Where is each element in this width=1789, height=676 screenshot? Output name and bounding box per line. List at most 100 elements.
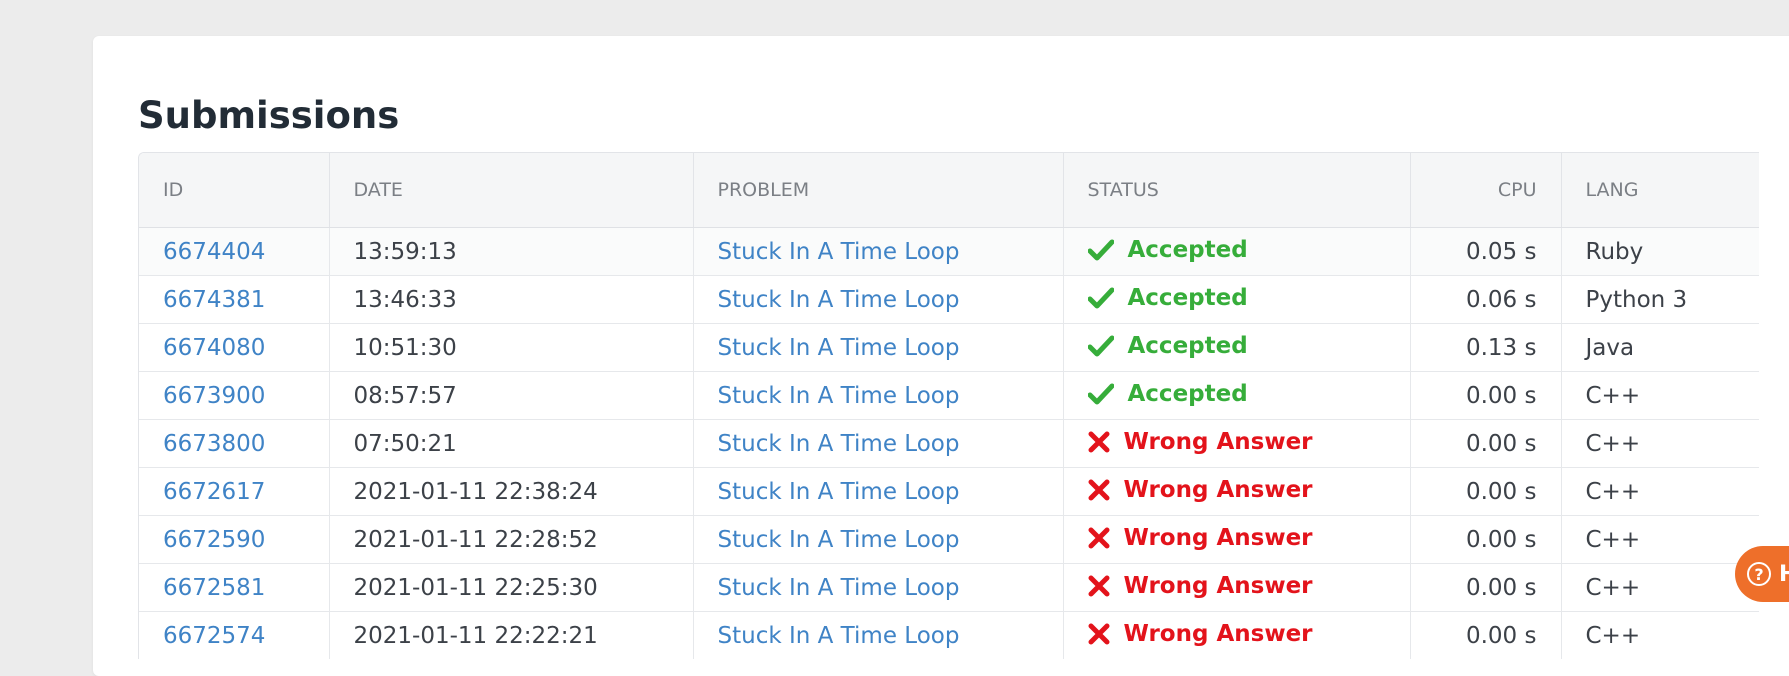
table-header-row: ID DATE PROBLEM STATUS CPU LANG [139, 153, 1759, 228]
help-button-label: H [1779, 561, 1789, 587]
cell-problem: Stuck In A Time Loop [693, 227, 1064, 276]
column-header-id[interactable]: ID [139, 153, 330, 228]
status-badge: Accepted [1087, 380, 1248, 407]
submission-id-link[interactable]: 6673900 [163, 383, 265, 409]
column-header-status[interactable]: STATUS [1063, 153, 1411, 228]
submission-id-link[interactable]: 6674404 [163, 239, 265, 265]
cell-cpu: 0.00 s [1410, 515, 1562, 564]
column-header-cpu[interactable]: CPU [1410, 153, 1562, 228]
submission-id-link[interactable]: 6674080 [163, 335, 265, 361]
status-label: Wrong Answer [1123, 620, 1313, 647]
cross-icon [1088, 575, 1110, 597]
problem-link[interactable]: Stuck In A Time Loop [718, 431, 960, 457]
cell-cpu: 0.00 s [1410, 371, 1562, 420]
status-label: Accepted [1127, 284, 1248, 311]
cell-lang: C++ [1561, 611, 1759, 659]
table-row: 6673800 07:50:21 Stuck In A Time Loop Wrong… [139, 419, 1759, 468]
cell-problem: Stuck In A Time Loop [693, 467, 1064, 516]
cell-id: 6674404 [139, 227, 330, 276]
cell-cpu: 0.00 s [1410, 419, 1562, 468]
cross-icon [1088, 431, 1110, 453]
status-label: Accepted [1127, 236, 1248, 263]
problem-link[interactable]: Stuck In A Time Loop [718, 527, 960, 553]
status-badge: Wrong Answer [1088, 429, 1313, 455]
status-label: Wrong Answer [1123, 476, 1313, 503]
cell-date: 07:50:21 [329, 419, 694, 468]
cell-status: Wrong Answer [1063, 515, 1411, 564]
table-row: 6672581 2021-01-11 22:25:30 Stuck In A Tim… [139, 563, 1759, 612]
submission-id-link[interactable]: 6672581 [163, 575, 265, 601]
cell-cpu: 0.00 s [1410, 611, 1562, 659]
cell-date: 13:46:33 [329, 275, 694, 324]
cell-id: 6673900 [139, 371, 330, 420]
cell-date: 08:57:57 [329, 371, 694, 420]
page-title: Submissions [138, 94, 400, 137]
status-badge: Wrong Answer [1088, 525, 1313, 551]
submission-id-link[interactable]: 6672574 [163, 623, 265, 649]
cell-id: 6674080 [139, 323, 330, 372]
cell-lang: C++ [1561, 563, 1759, 612]
submission-id-link[interactable]: 6672590 [163, 527, 265, 553]
cell-status: Accepted [1063, 371, 1411, 420]
check-icon [1087, 383, 1114, 405]
cell-problem: Stuck In A Time Loop [693, 371, 1064, 420]
cell-problem: Stuck In A Time Loop [693, 515, 1064, 564]
help-button[interactable]: ? H [1735, 546, 1789, 602]
status-label: Wrong Answer [1123, 572, 1313, 599]
column-header-date[interactable]: DATE [329, 153, 694, 228]
table-row: 6672590 2021-01-11 22:28:52 Stuck In A Tim… [139, 515, 1759, 564]
check-icon [1087, 287, 1114, 309]
submission-id-link[interactable]: 6673800 [163, 431, 265, 457]
check-icon [1087, 335, 1114, 357]
submission-id-link[interactable]: 6674381 [163, 287, 265, 313]
table-row: 6674404 13:59:13 Stuck In A Time Loop Accep… [139, 227, 1759, 276]
cell-id: 6672590 [139, 515, 330, 564]
cell-lang: C++ [1561, 419, 1759, 468]
cell-date: 2021-01-11 22:28:52 [329, 515, 694, 564]
cell-problem: Stuck In A Time Loop [693, 275, 1064, 324]
status-badge: Accepted [1087, 236, 1248, 263]
table-row: 6672617 2021-01-11 22:38:24 Stuck In A Tim… [139, 467, 1759, 516]
submissions-table: ID DATE PROBLEM STATUS CPU LANG 6674404 1… [138, 152, 1759, 659]
status-label: Accepted [1127, 380, 1248, 407]
status-label: Wrong Answer [1123, 428, 1313, 455]
cross-icon [1088, 479, 1110, 501]
problem-link[interactable]: Stuck In A Time Loop [718, 383, 960, 409]
status-badge: Wrong Answer [1088, 477, 1313, 503]
problem-link[interactable]: Stuck In A Time Loop [718, 479, 960, 505]
cell-date: 2021-01-11 22:25:30 [329, 563, 694, 612]
table-row: 6672574 2021-01-11 22:22:21 Stuck In A Tim… [139, 611, 1759, 659]
column-header-problem[interactable]: PROBLEM [693, 153, 1064, 228]
cell-status: Accepted [1063, 227, 1411, 276]
cell-lang: C++ [1561, 515, 1759, 564]
cell-problem: Stuck In A Time Loop [693, 563, 1064, 612]
cell-cpu: 0.05 s [1410, 227, 1562, 276]
cell-status: Wrong Answer [1063, 563, 1411, 612]
problem-link[interactable]: Stuck In A Time Loop [718, 575, 960, 601]
cell-problem: Stuck In A Time Loop [693, 323, 1064, 372]
table-row: 6673900 08:57:57 Stuck In A Time Loop Accep… [139, 371, 1759, 420]
cell-date: 2021-01-11 22:38:24 [329, 467, 694, 516]
cell-id: 6672617 [139, 467, 330, 516]
status-badge: Accepted [1087, 333, 1248, 359]
cell-status: Wrong Answer [1063, 467, 1411, 516]
submission-id-link[interactable]: 6672617 [163, 479, 265, 505]
cell-cpu: 0.13 s [1410, 323, 1562, 372]
cell-status: Wrong Answer [1063, 419, 1411, 468]
cell-status: Wrong Answer [1063, 611, 1411, 659]
cell-id: 6672581 [139, 563, 330, 612]
cell-id: 6673800 [139, 419, 330, 468]
problem-link[interactable]: Stuck In A Time Loop [718, 239, 960, 265]
cell-cpu: 0.00 s [1410, 563, 1562, 612]
status-badge: Accepted [1087, 284, 1248, 311]
problem-link[interactable]: Stuck In A Time Loop [718, 623, 960, 649]
cell-status: Accepted [1063, 275, 1411, 324]
cell-date: 13:59:13 [329, 227, 694, 276]
cell-cpu: 0.00 s [1410, 467, 1562, 516]
cell-problem: Stuck In A Time Loop [693, 611, 1064, 659]
cell-date: 10:51:30 [329, 323, 694, 372]
column-header-lang[interactable]: LANG [1561, 153, 1759, 228]
problem-link[interactable]: Stuck In A Time Loop [718, 287, 960, 313]
cell-lang: Ruby [1561, 227, 1759, 276]
problem-link[interactable]: Stuck In A Time Loop [718, 335, 960, 361]
